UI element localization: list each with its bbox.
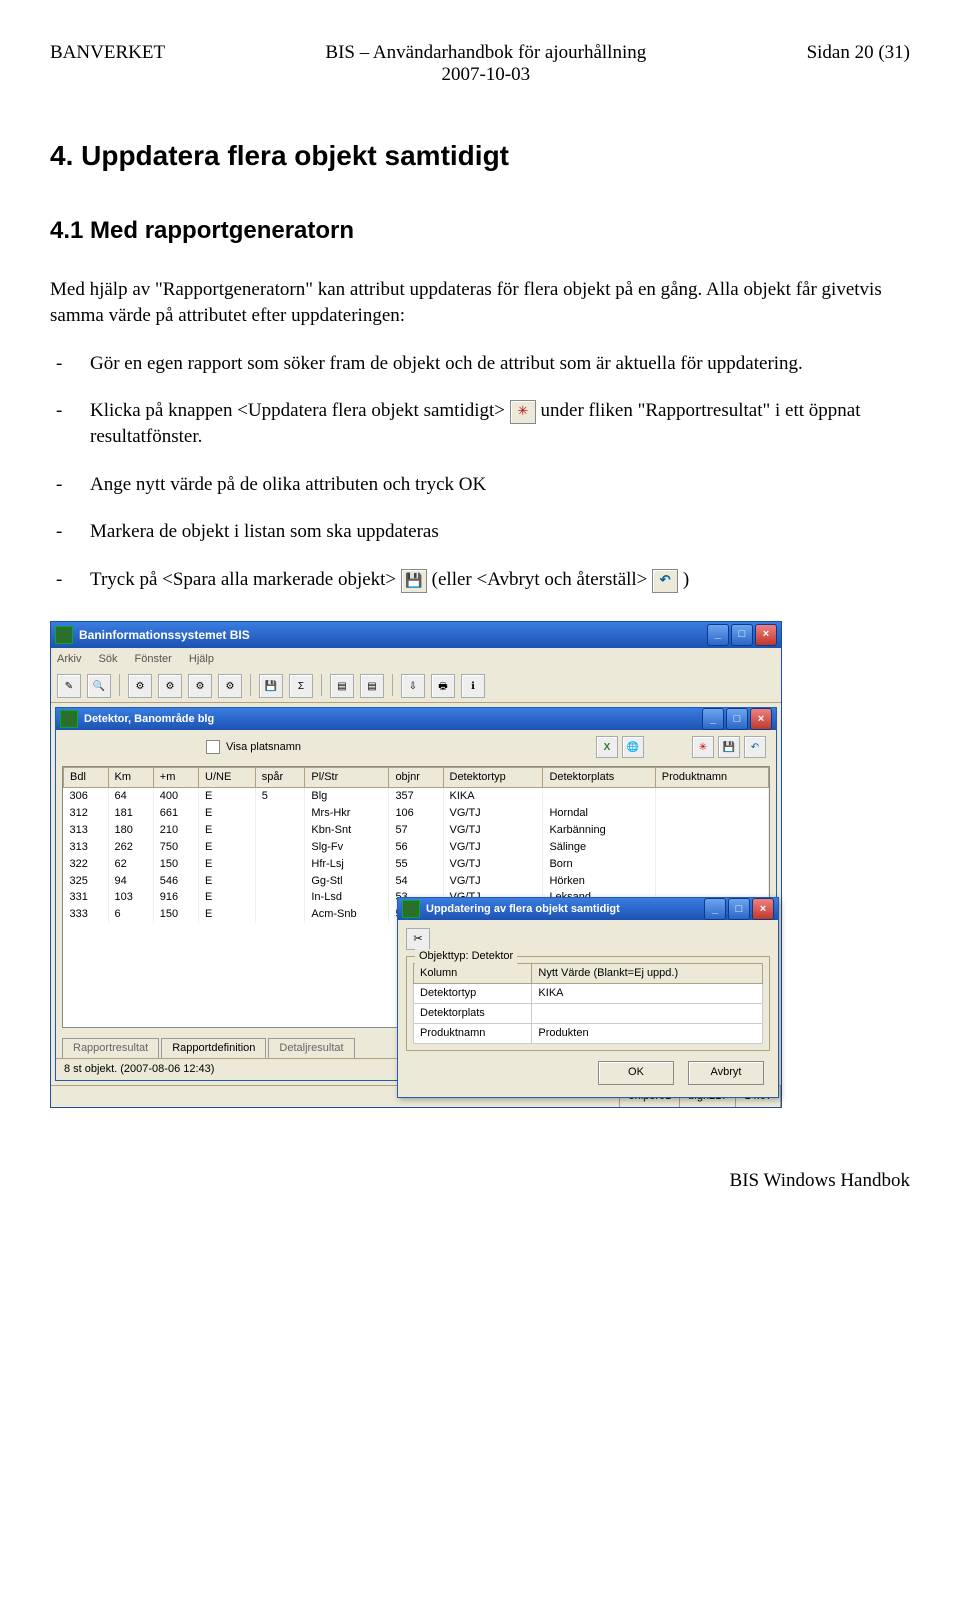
save-icon [401,569,427,593]
inner-window: Detektor, Banområde blg _ □ × Visa plats… [55,707,777,1081]
groupbox-legend: Objekttyp: Detektor [415,949,517,964]
tab-rapportdefinition[interactable]: Rapportdefinition [161,1038,266,1058]
col-une[interactable]: U/NE [199,768,256,788]
subsection-heading: 4.1 Med rapportgeneratorn [50,215,910,247]
header-right: Sidan 20 (31) [807,40,910,87]
table-row[interactable]: 312181661EMrs-Hkr106VG/TJHorndal [64,805,769,822]
tool-search-icon[interactable]: 🔍 [87,674,111,698]
col-detektorplats[interactable]: Detektorplats [543,768,655,788]
table-row[interactable]: 32262150EHfr-Lsj55VG/TJBorn [64,856,769,873]
dialog-maximize-button[interactable]: □ [728,898,750,920]
dialog-tool-icon[interactable]: ✂ [406,928,430,950]
bullet-1: Gör en egen rapport som söker fram de ob… [50,351,910,377]
main-toolbar: ✎ 🔍 ⚙ ⚙ ⚙ ⚙ 💾 Σ ▤ ▤ ⇩ 🖶 ℹ [51,670,781,703]
tool-filter1-icon[interactable]: ⚙ [128,674,152,698]
close-button[interactable]: × [755,624,777,646]
bullet-5: Tryck på <Spara alla markerade objekt> (… [50,567,910,593]
undo-tool-icon[interactable]: ↶ [744,736,766,758]
col-objnr[interactable]: objnr [389,768,443,788]
col-bdl[interactable]: Bdl [64,768,109,788]
save-tool-icon[interactable]: 💾 [718,736,740,758]
dialog-icon [402,900,420,918]
result-grid-container: Bdl Km +m U/NE spår Pl/Str objnr Detekto… [62,766,770,1028]
inner-minimize-button[interactable]: _ [702,708,724,730]
update-multi-tool-icon[interactable]: ✳ [692,736,714,758]
col-spar[interactable]: spår [255,768,305,788]
table-row[interactable]: 30664400E5Blg357KIKA [64,788,769,805]
app-window: Baninformationssystemet BIS _ □ × Arkiv … [50,621,782,1108]
inner-maximize-button[interactable]: □ [726,708,748,730]
col-produktnamn[interactable]: Produktnamn [655,768,768,788]
globe-icon[interactable]: 🌐 [622,736,644,758]
dialog-close-button[interactable]: × [752,898,774,920]
visa-platsnamn-checkbox[interactable] [206,740,220,754]
tool-print-icon[interactable]: 🖶 [431,674,455,698]
tool-info-icon[interactable]: ℹ [461,674,485,698]
inner-app-icon [60,710,78,728]
col-plstr[interactable]: Pl/Str [305,768,389,788]
app-icon [55,626,73,644]
page-header: BANVERKET BIS – Användarhandbok för ajou… [50,40,910,87]
col-plusm[interactable]: +m [153,768,198,788]
dlg-row[interactable]: DetektortypKIKA [414,984,763,1004]
section-heading: 4. Uppdatera flera objekt samtidigt [50,137,910,175]
dialog-title: Uppdatering av flera objekt samtidigt [426,902,620,917]
dlg-row[interactable]: Detektorplats [414,1004,763,1024]
menu-hjalp[interactable]: Hjälp [189,653,214,665]
dlg-row[interactable]: ProduktnamnProdukten [414,1023,763,1043]
tool-export-icon[interactable]: ⇩ [401,674,425,698]
dlg-col-nytt[interactable]: Nytt Värde (Blankt=Ej uppd.) [532,964,763,984]
page-footer: BIS Windows Handbok [50,1168,910,1194]
tool-filter3-icon[interactable]: ⚙ [188,674,212,698]
grid-header-row: Bdl Km +m U/NE spår Pl/Str objnr Detekto… [64,768,769,788]
app-title: Baninformationssystemet BIS [79,627,250,643]
tab-detaljresultat[interactable]: Detaljresultat [268,1038,354,1058]
dialog-titlebar[interactable]: Uppdatering av flera objekt samtidigt _ … [398,898,778,920]
bullet-4: Markera de objekt i listan som ska uppda… [50,519,910,545]
minimize-button[interactable]: _ [707,624,729,646]
tool-sum-icon[interactable]: Σ [289,674,313,698]
bullet-3: Ange nytt värde på de olika attributen o… [50,472,910,498]
table-row[interactable]: 313262750ESlg-Fv56VG/TJSälinge [64,839,769,856]
tool-doc2-icon[interactable]: ▤ [360,674,384,698]
undo-icon [652,569,678,593]
dialog-grid[interactable]: Kolumn Nytt Värde (Blankt=Ej uppd.) Dete… [413,963,763,1043]
intro-paragraph: Med hjälp av "Rapportgeneratorn" kan att… [50,277,910,328]
maximize-button[interactable]: □ [731,624,753,646]
options-bar: Visa platsnamn X 🌐 ✳ 💾 ↶ [56,730,776,764]
dialog-minimize-button[interactable]: _ [704,898,726,920]
inner-title: Detektor, Banområde blg [84,712,214,727]
menu-arkiv[interactable]: Arkiv [57,653,81,665]
col-km[interactable]: Km [108,768,153,788]
table-row[interactable]: 32594546EGg-Stl54VG/TJHörken [64,873,769,890]
tab-rapportresultat[interactable]: Rapportresultat [62,1038,159,1058]
bullet-list: Gör en egen rapport som söker fram de ob… [50,351,910,593]
tool-save-icon[interactable]: 💾 [259,674,283,698]
menu-sok[interactable]: Sök [99,653,118,665]
visa-platsnamn-label: Visa platsnamn [226,740,301,755]
tool-filter2-icon[interactable]: ⚙ [158,674,182,698]
tool-filter4-icon[interactable]: ⚙ [218,674,242,698]
excel-icon[interactable]: X [596,736,618,758]
ok-button[interactable]: OK [598,1061,674,1085]
app-titlebar[interactable]: Baninformationssystemet BIS _ □ × [51,622,781,648]
update-multi-icon [510,400,536,424]
inner-titlebar[interactable]: Detektor, Banområde blg _ □ × [56,708,776,730]
tool-doc1-icon[interactable]: ▤ [330,674,354,698]
dialog-groupbox: Objekttyp: Detektor Kolumn Nytt Värde (B… [406,956,770,1050]
tool-pencil-icon[interactable]: ✎ [57,674,81,698]
col-detektortyp[interactable]: Detektortyp [443,768,543,788]
menu-fonster[interactable]: Fönster [135,653,172,665]
update-dialog: Uppdatering av flera objekt samtidigt _ … [397,897,779,1097]
inner-close-button[interactable]: × [750,708,772,730]
bullet-2: Klicka på knappen <Uppdatera flera objek… [50,398,910,449]
avbryt-button[interactable]: Avbryt [688,1061,764,1085]
dlg-col-kolumn[interactable]: Kolumn [414,964,532,984]
header-left: BANVERKET [50,40,165,87]
table-row[interactable]: 313180210EKbn-Snt57VG/TJKarbänning [64,822,769,839]
menubar[interactable]: Arkiv Sök Fönster Hjälp [51,648,781,671]
